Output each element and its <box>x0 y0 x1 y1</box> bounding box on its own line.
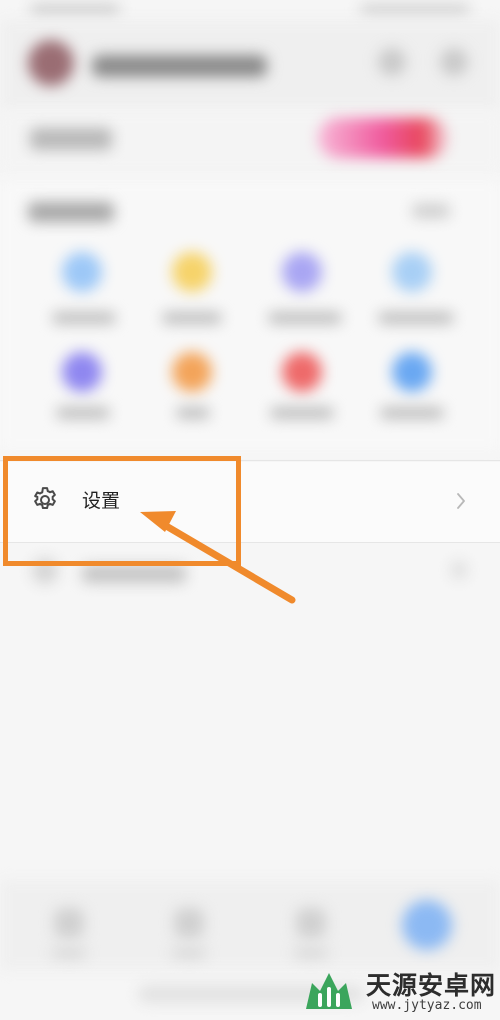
tool-icon[interactable] <box>62 252 102 292</box>
watermark-site-name: 天源安卓网 <box>366 971 497 1000</box>
tool-label <box>56 407 110 419</box>
tool-icon[interactable] <box>62 352 102 392</box>
nav-tab-icon[interactable] <box>296 908 326 938</box>
tool-icon[interactable] <box>392 252 432 292</box>
nav-tab-label <box>294 948 328 958</box>
banner-text <box>30 128 112 150</box>
nav-tab-label <box>52 948 86 958</box>
tool-icon[interactable] <box>282 252 322 292</box>
nav-tab-icon[interactable] <box>54 908 84 938</box>
nav-tab-active[interactable] <box>402 900 452 950</box>
status-icons <box>360 4 470 16</box>
message-icon[interactable] <box>440 48 468 76</box>
tool-label <box>162 312 222 324</box>
tool-label <box>380 407 444 419</box>
section-more-link[interactable] <box>412 204 450 218</box>
tool-icon[interactable] <box>282 352 322 392</box>
avatar[interactable] <box>28 40 74 86</box>
section-title <box>28 202 114 222</box>
tool-label <box>378 312 454 324</box>
tool-icon[interactable] <box>172 252 212 292</box>
nav-tab-label <box>172 948 206 958</box>
nav-tab-icon[interactable] <box>174 908 204 938</box>
tool-label <box>52 312 116 324</box>
username <box>92 55 267 77</box>
tool-icon[interactable] <box>172 352 212 392</box>
chevron-right-icon <box>457 493 465 509</box>
highlight-box <box>3 456 241 566</box>
status-time <box>30 4 120 16</box>
tool-icon[interactable] <box>392 352 432 392</box>
promo-banner[interactable] <box>318 118 448 158</box>
android-logo-icon <box>306 973 352 1009</box>
tool-label <box>268 312 342 324</box>
status-bar <box>0 0 500 20</box>
tool-label <box>270 407 334 419</box>
menu-item-label[interactable] <box>82 565 186 583</box>
scan-icon[interactable] <box>378 48 406 76</box>
watermark-url: www.jytyaz.com <box>372 998 482 1013</box>
chevron-right-icon <box>452 562 466 578</box>
tool-label <box>176 407 210 419</box>
